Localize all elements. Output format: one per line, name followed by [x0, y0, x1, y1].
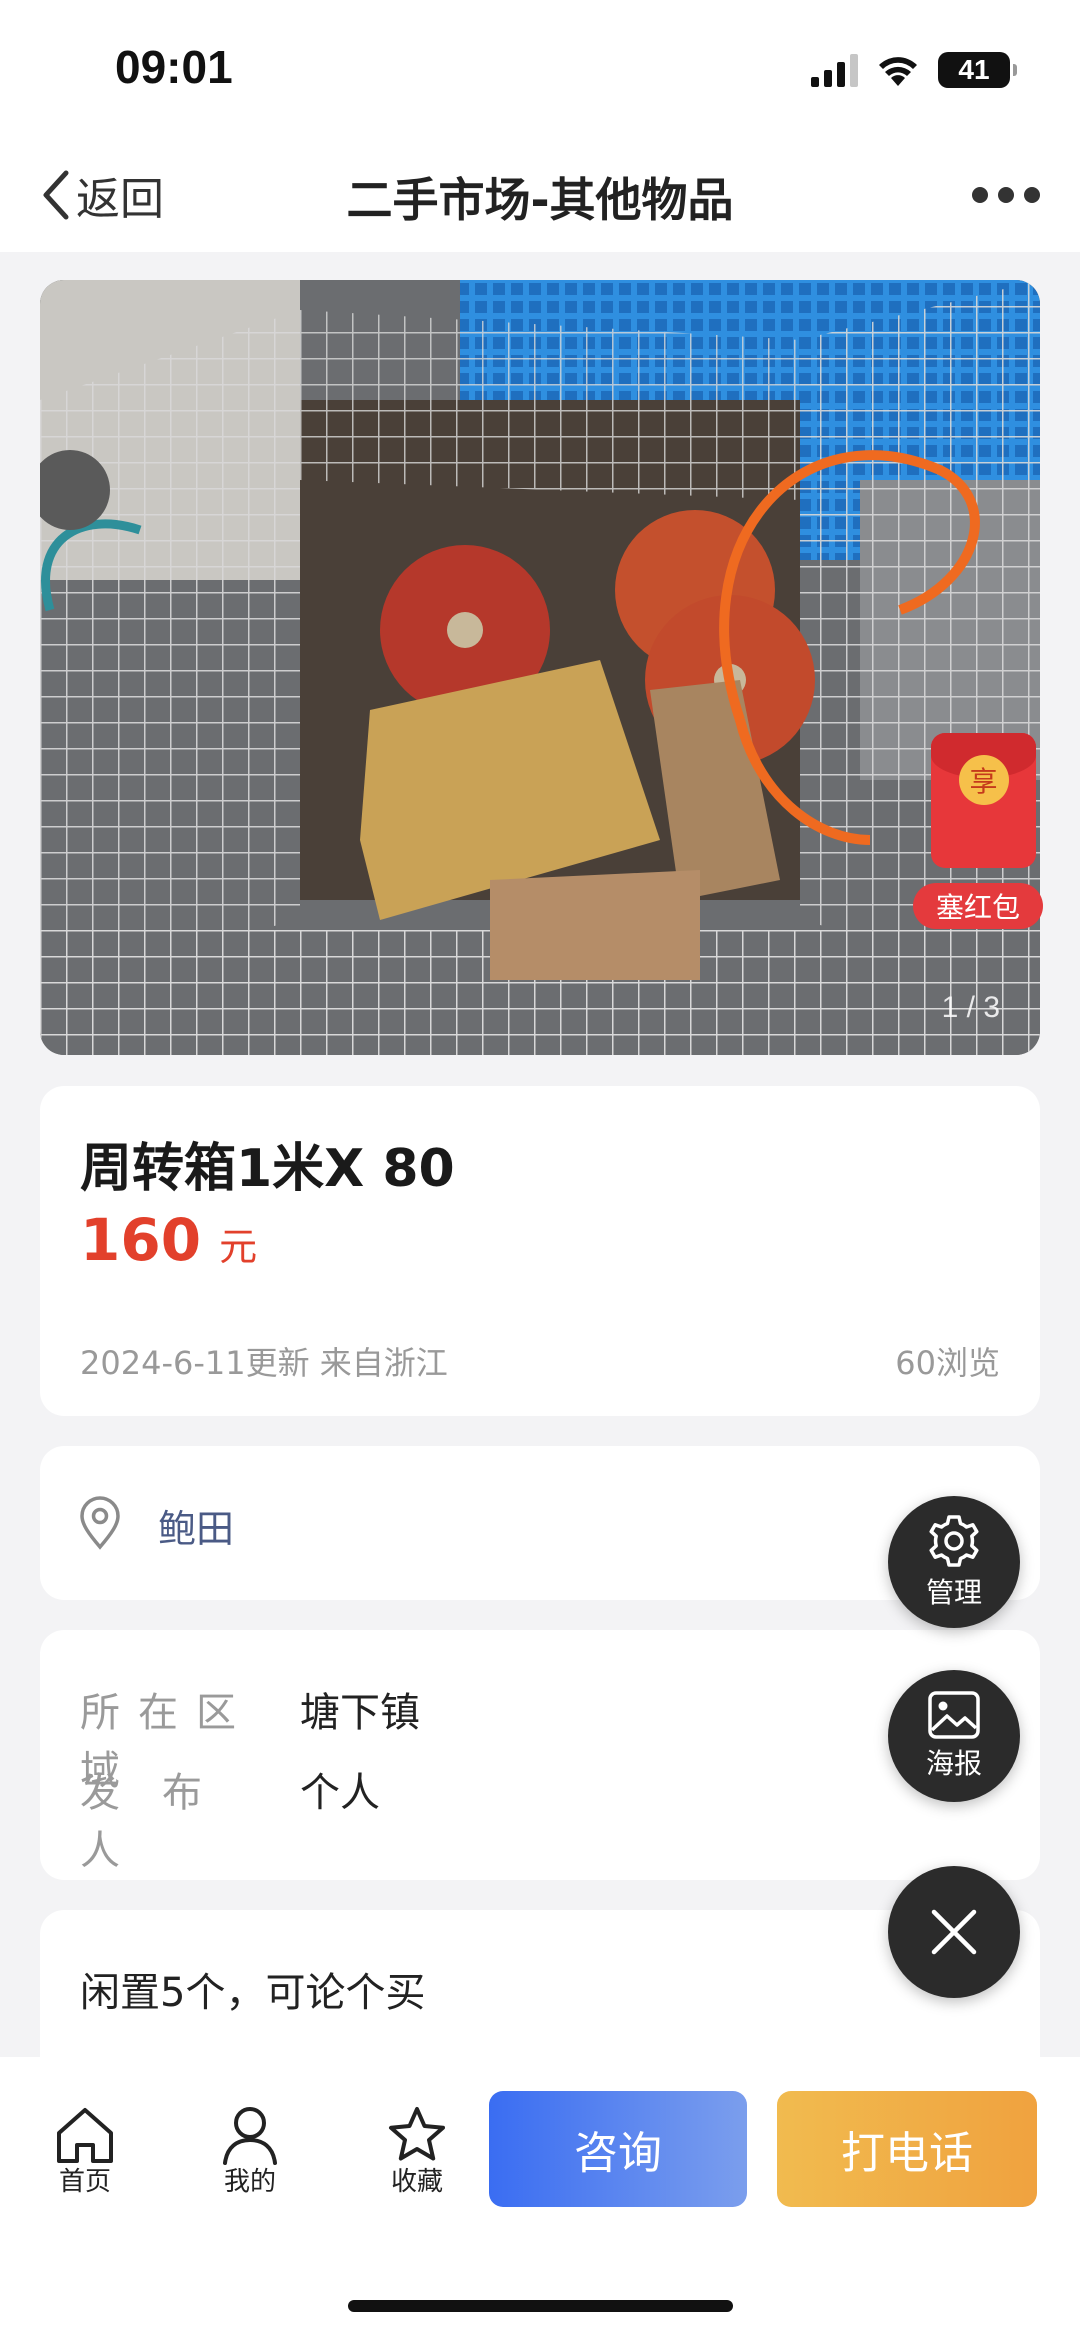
tab-home-label: 首页 — [58, 2167, 111, 2197]
item-title: 周转箱1米X 80 — [80, 1139, 455, 1199]
poster-label: 海报 — [925, 1747, 982, 1780]
battery-icon: 41 — [938, 52, 1017, 88]
tab-mine[interactable]: 我的 — [190, 2105, 310, 2198]
user-icon — [223, 2107, 277, 2165]
poster-button[interactable]: 海报 — [888, 1670, 1020, 1802]
price-unit: 元 — [219, 1225, 258, 1269]
tab-home[interactable]: 首页 — [25, 2105, 145, 2198]
tab-favorite[interactable]: 收藏 — [357, 2105, 477, 2198]
red-packet-coin: 享 — [958, 755, 1009, 805]
consult-button[interactable]: 咨询 — [489, 2091, 747, 2207]
more-options-button[interactable] — [972, 180, 1040, 210]
page-title: 二手市场-其他物品 — [346, 173, 734, 227]
image-icon — [928, 1691, 980, 1739]
photo-illustration — [40, 280, 1040, 1055]
wifi-icon — [879, 57, 917, 86]
tab-mine-label: 我的 — [223, 2167, 276, 2197]
location-pin-icon — [80, 1496, 120, 1550]
status-icons: 41 — [811, 50, 1017, 90]
nav-bar: 返回 二手市场-其他物品 — [0, 140, 1080, 252]
red-packet-button[interactable]: 享 塞红包 — [913, 733, 1043, 933]
photo-counter: 1 / 3 — [941, 991, 1000, 1024]
description-text: 闲置5个，可论个买 — [80, 1970, 426, 2016]
view-count: 60浏览 — [895, 1344, 1000, 1382]
gear-icon — [929, 1515, 979, 1567]
cellular-signal-icon — [811, 53, 858, 87]
manage-button[interactable]: 管理 — [888, 1496, 1020, 1628]
close-menu-button[interactable] — [888, 1866, 1020, 1998]
price: 160 元 — [80, 1206, 257, 1274]
red-envelope-icon: 享 — [931, 733, 1036, 868]
publisher-row: 发布人 个人 — [80, 1760, 380, 1876]
call-button[interactable]: 打电话 — [777, 2091, 1037, 2207]
publisher-key: 发布人 — [80, 1770, 244, 1874]
bottom-bar: 首页 我的 收藏 咨询 打电话 — [0, 2057, 1080, 2337]
close-icon — [931, 1909, 977, 1955]
publisher-value: 个人 — [300, 1770, 380, 1816]
home-icon — [57, 2108, 113, 2163]
price-value: 160 — [80, 1206, 202, 1274]
star-icon — [389, 2107, 445, 2161]
tab-favorite-label: 收藏 — [390, 2167, 443, 2197]
update-info: 2024-6-11更新 来自浙江 — [80, 1344, 448, 1382]
red-packet-label: 塞红包 — [913, 883, 1043, 929]
location-text: 鲍田 — [158, 1507, 235, 1551]
home-indicator[interactable] — [348, 2300, 733, 2312]
more-icon — [972, 187, 988, 203]
status-time: 09:01 — [115, 41, 233, 93]
status-bar: 09:01 41 — [0, 0, 1080, 140]
manage-label: 管理 — [925, 1576, 982, 1609]
product-photo[interactable]: 1 / 3 — [40, 280, 1040, 1055]
listing-info-card: 周转箱1米X 80 160 元 2024-6-11更新 来自浙江 60浏览 — [40, 1086, 1040, 1416]
